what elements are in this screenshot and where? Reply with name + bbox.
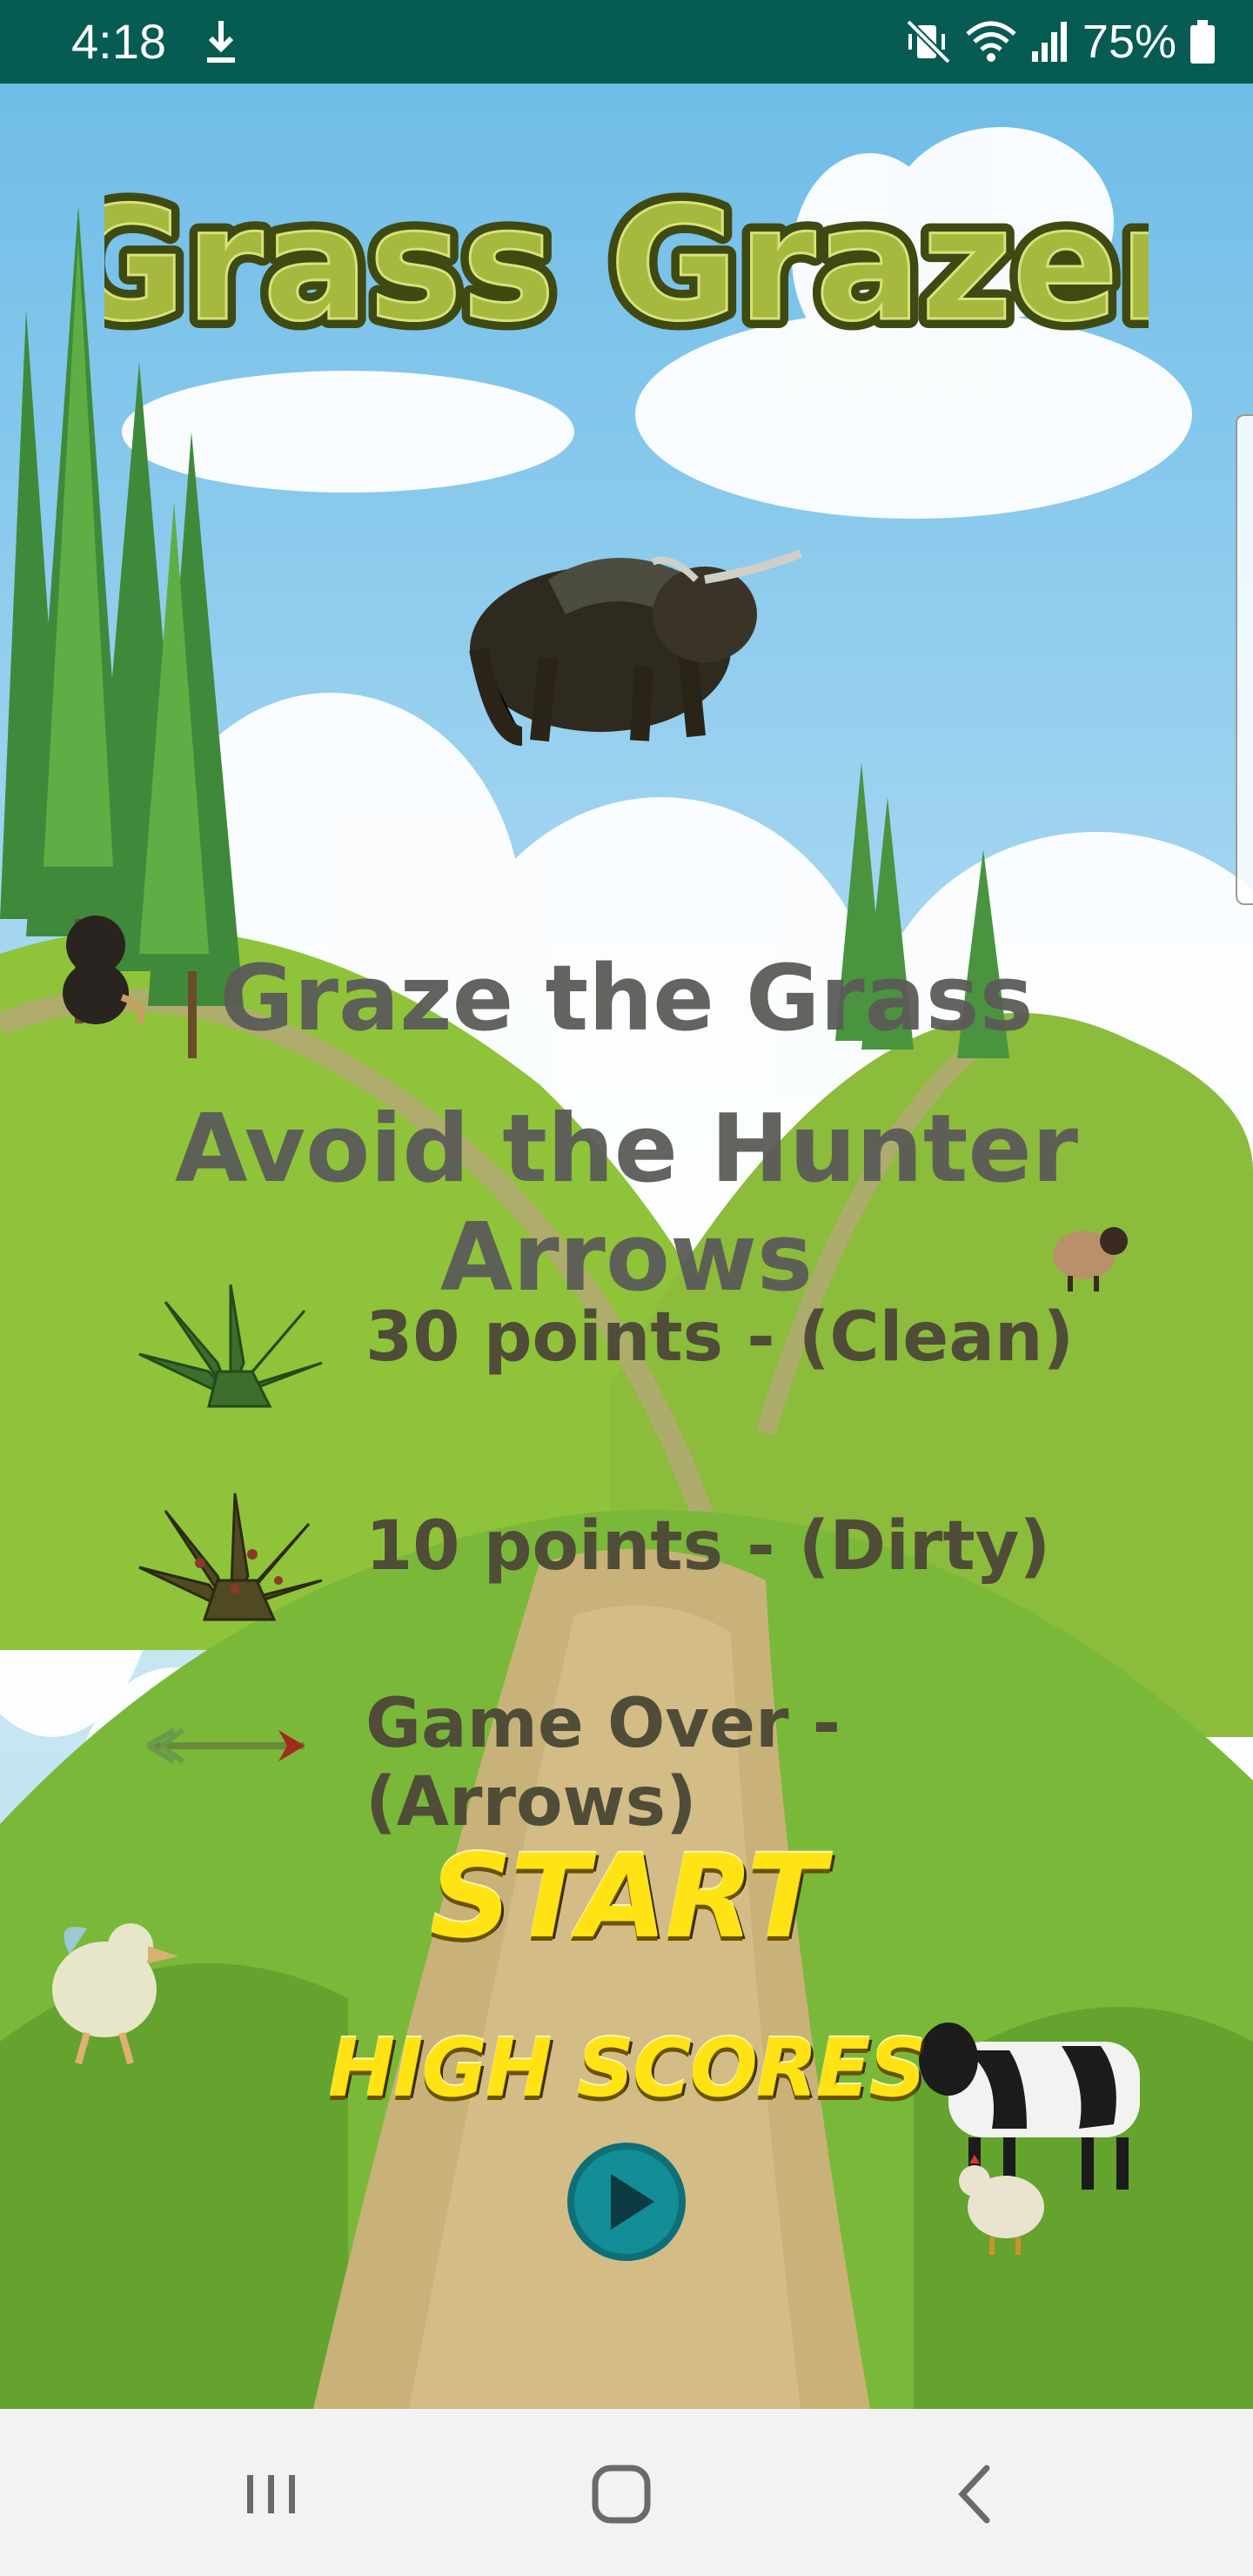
download-icon bbox=[207, 21, 235, 63]
clean-grass-icon bbox=[138, 1284, 323, 1408]
navigation-bar bbox=[0, 2409, 1253, 2576]
start-button[interactable]: START bbox=[429, 1828, 826, 1967]
legend-row-clean: 30 points - (Clean) bbox=[131, 1276, 1175, 1415]
title-logo: Grass Grazer Grass Grazer bbox=[104, 179, 1149, 353]
status-bar: 4:18 75% bbox=[0, 0, 1253, 84]
scroll-handle[interactable] bbox=[1236, 414, 1253, 905]
high-scores-button[interactable]: HIGH SCORES bbox=[287, 2016, 966, 2120]
yak-sprite bbox=[469, 549, 802, 746]
status-time: 4:18 bbox=[71, 14, 166, 69]
legend-row-dirty: 10 points - (Dirty) bbox=[131, 1485, 1175, 1624]
wifi-icon bbox=[966, 21, 1016, 62]
start-button-label: START bbox=[429, 1830, 826, 1964]
legend-text-arrows: Game Over - (Arrows) bbox=[365, 1685, 841, 1841]
instruction-line-1: Graze the Grass bbox=[219, 945, 1034, 1051]
dirty-grass-icon bbox=[138, 1493, 323, 1621]
battery-percent: 75% bbox=[1082, 16, 1176, 68]
legend-text-dirty: 10 points - (Dirty) bbox=[365, 1507, 1051, 1586]
battery-icon bbox=[1190, 20, 1215, 64]
game-screen[interactable]: Grass Grazer Grass Grazer Graze the Gras… bbox=[0, 84, 1253, 2409]
recent-apps-icon[interactable] bbox=[230, 2458, 313, 2531]
arrow-icon bbox=[146, 1727, 305, 1764]
chicken-sprite bbox=[959, 2155, 1044, 2255]
title-text: Grass Grazer bbox=[104, 179, 1149, 353]
high-scores-button-label: HIGH SCORES bbox=[328, 2021, 927, 2115]
back-icon[interactable] bbox=[933, 2458, 1016, 2531]
legend-row-arrows: Game Over - (Arrows) bbox=[131, 1676, 1175, 1841]
mute-vibrate-icon bbox=[906, 19, 951, 64]
legend-text-clean: 30 points - (Clean) bbox=[365, 1298, 1075, 1377]
home-icon[interactable] bbox=[580, 2458, 663, 2531]
play-icon[interactable] bbox=[564, 2139, 689, 2264]
game-title: Grass Grazer Grass Grazer bbox=[0, 179, 1253, 353]
signal-icon bbox=[1031, 22, 1067, 62]
bird-sprite bbox=[52, 1923, 178, 2065]
